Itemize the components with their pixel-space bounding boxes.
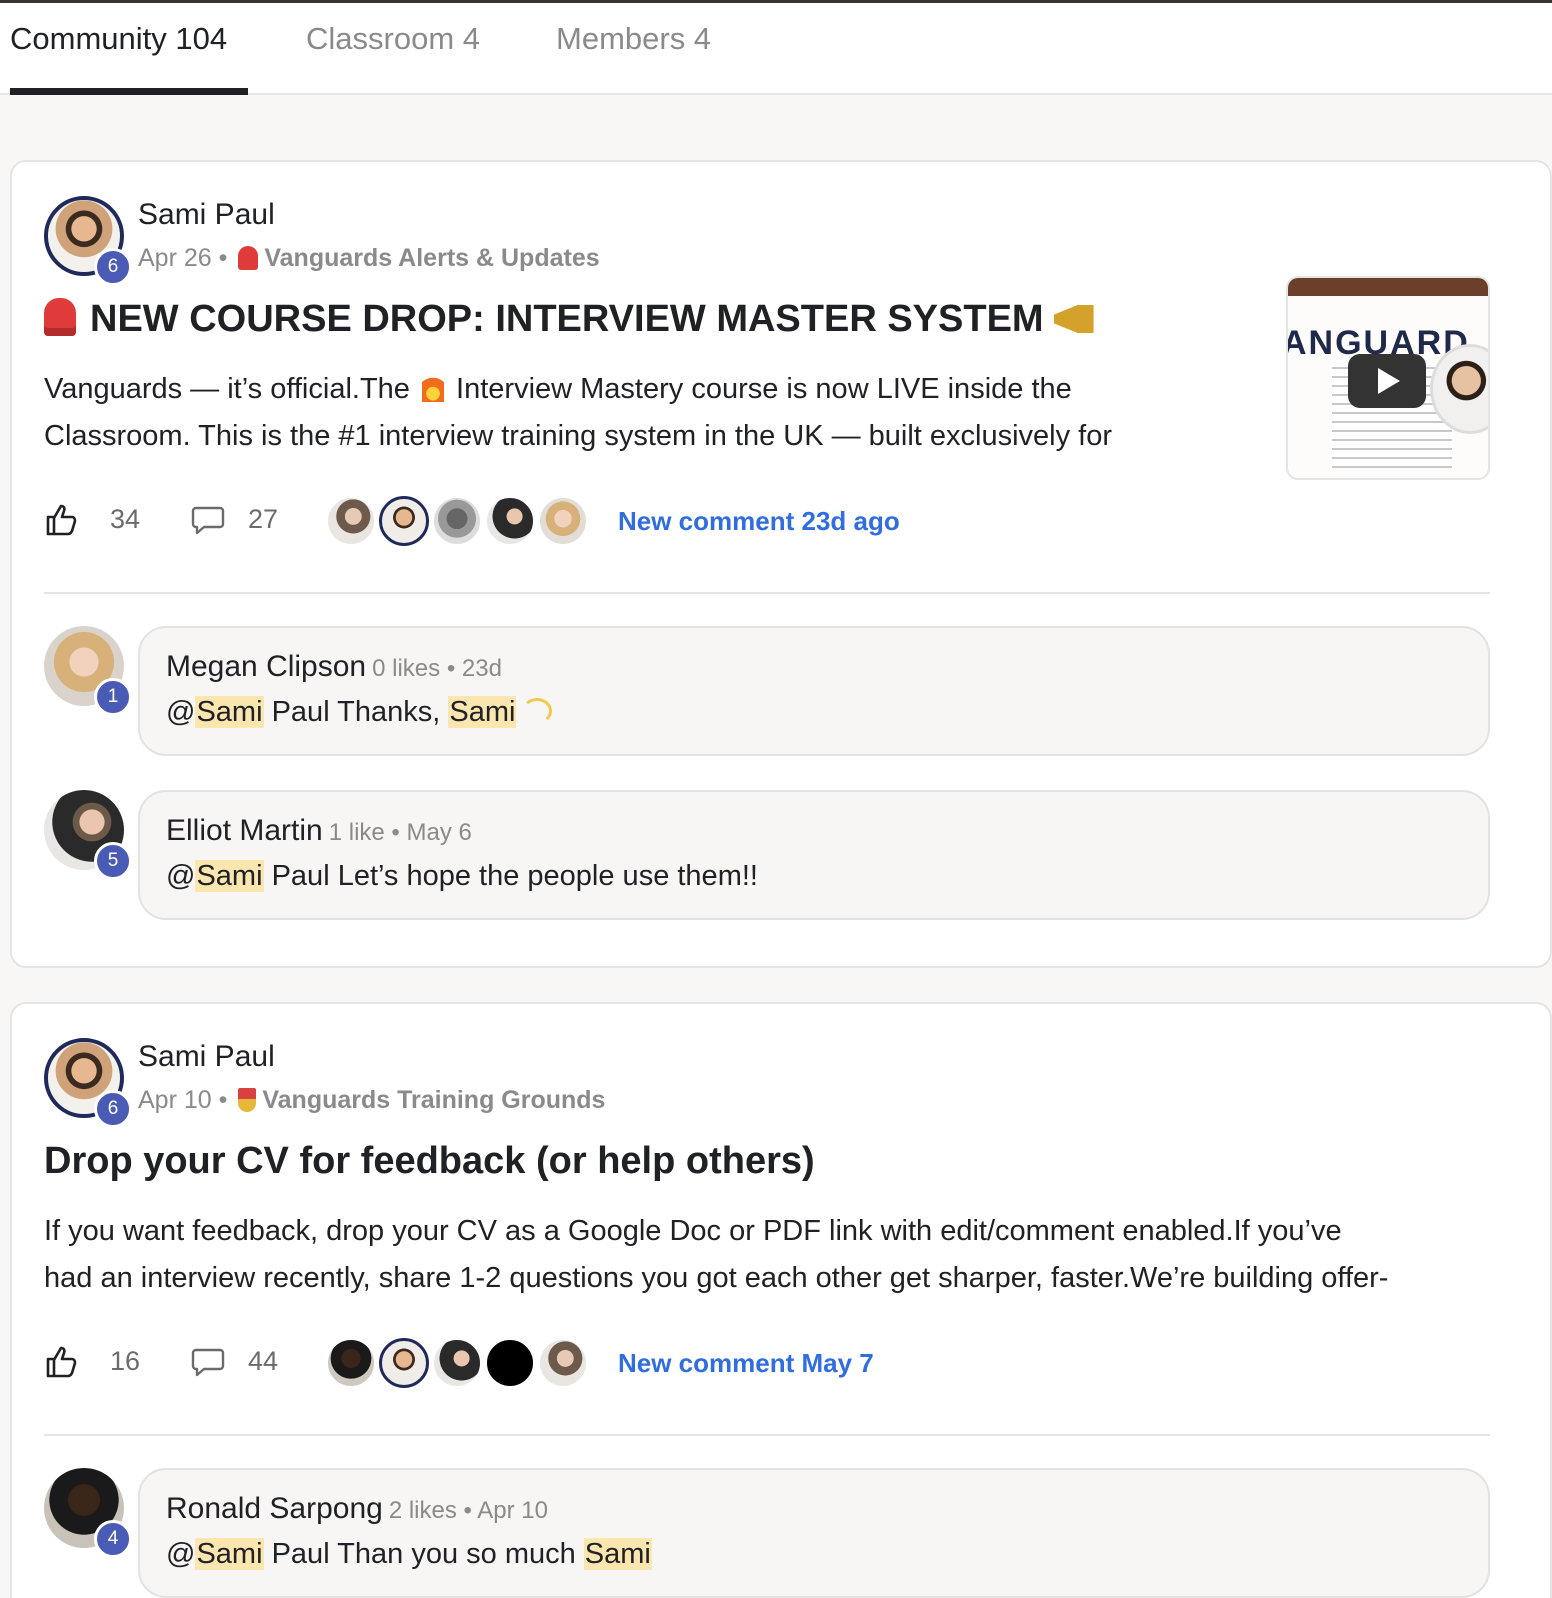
post-meta: Apr 10 • Vanguards Training Grounds xyxy=(138,1086,605,1115)
post-date[interactable]: Apr 10 xyxy=(138,1086,212,1114)
mention-highlight: Sami xyxy=(583,1538,652,1570)
tab-community[interactable]: Community 104 xyxy=(10,21,227,57)
comment-icon[interactable] xyxy=(190,502,226,538)
meta-separator: • xyxy=(218,244,228,272)
mention-highlight[interactable]: Sami xyxy=(195,1538,264,1570)
post-category[interactable]: Vanguards Training Grounds xyxy=(262,1086,605,1114)
alarm-light-icon xyxy=(44,298,76,336)
alarm-light-icon xyxy=(238,246,259,270)
video-thumbnail[interactable]: ANGUARD xyxy=(1286,276,1490,480)
comment-text: @Sami Paul Than you so much Sami xyxy=(166,1538,652,1571)
mention-highlight[interactable]: Sami xyxy=(195,696,264,728)
commenter-avatar[interactable] xyxy=(432,1338,482,1388)
avatar[interactable]: 6 xyxy=(44,1038,132,1128)
commenter-avatar[interactable] xyxy=(432,496,482,546)
commenter-avatar[interactable] xyxy=(326,496,376,546)
level-badge: 5 xyxy=(94,842,132,880)
comment-count: 27 xyxy=(248,504,279,534)
commenter-avatar[interactable] xyxy=(538,496,588,546)
comment-meta: 2 likes • Apr 10 xyxy=(388,1497,548,1524)
comment-meta: 0 likes • 23d xyxy=(372,655,502,682)
new-comment-link[interactable]: New comment May 7 xyxy=(618,1348,874,1379)
comment-text-part: Paul Let’s hope the people use them!! xyxy=(263,860,758,892)
medal-icon xyxy=(238,1088,257,1112)
avatar[interactable]: 4 xyxy=(44,1468,132,1558)
post-author[interactable]: Sami Paul xyxy=(138,198,275,232)
like-count: 16 xyxy=(110,1346,141,1376)
mention-highlight: Sami xyxy=(448,696,517,728)
mention-highlight[interactable]: Sami xyxy=(195,860,264,892)
fire-icon xyxy=(421,374,444,402)
post-body[interactable]: Vanguards — it’s official.The Interview … xyxy=(44,366,1244,460)
tab-bar: Community 104 Classroom 4 Members 4 xyxy=(0,3,1552,95)
comment-text-part: Paul Thanks, xyxy=(263,696,449,728)
new-comment-link[interactable]: New comment 23d ago xyxy=(618,506,900,537)
level-badge: 1 xyxy=(94,678,132,716)
post-body-line: Classroom. This is the #1 interview trai… xyxy=(44,420,1113,452)
post-card[interactable]: 6 Sami Paul Apr 26 • Vanguards Alerts & … xyxy=(10,160,1552,968)
comment-header: Elliot Martin 1 like • May 6 xyxy=(166,814,472,848)
commenter-avatar[interactable] xyxy=(485,496,535,546)
post-body-text: Vanguards — it’s official.The xyxy=(44,373,410,405)
post-body-line: Vanguards — it’s official.The Interview … xyxy=(44,366,1244,413)
level-badge: 4 xyxy=(94,1520,132,1558)
post-author[interactable]: Sami Paul xyxy=(138,1040,275,1074)
commenter-avatar[interactable] xyxy=(485,1338,535,1388)
commenter-avatar[interactable] xyxy=(326,1338,376,1388)
commenter-avatar[interactable] xyxy=(379,496,429,546)
post-card[interactable]: 6 Sami Paul Apr 10 • Vanguards Training … xyxy=(10,1002,1552,1598)
megaphone-icon xyxy=(1053,305,1094,333)
mention-prefix: @ xyxy=(166,860,196,892)
avatar[interactable]: 1 xyxy=(44,626,132,716)
post-title[interactable]: NEW COURSE DROP: INTERVIEW MASTER SYSTEM xyxy=(44,298,1094,341)
comment-bubble[interactable]: Megan Clipson 0 likes • 23d @Sami Paul Th… xyxy=(138,626,1490,756)
comment-text-part: Paul Than you so much xyxy=(263,1538,584,1570)
like-icon[interactable] xyxy=(44,502,80,538)
tab-members[interactable]: Members 4 xyxy=(556,21,711,57)
post-body-text: Interview Mastery course is now LIVE ins… xyxy=(456,373,1072,405)
mention-prefix: @ xyxy=(166,696,196,728)
divider xyxy=(44,1434,1490,1436)
post-title-text: NEW COURSE DROP: INTERVIEW MASTER SYSTEM xyxy=(90,298,1044,340)
avatar[interactable]: 5 xyxy=(44,790,132,880)
comment-bubble[interactable]: Ronald Sarpong 2 likes • Apr 10 @Sami Pau… xyxy=(138,1468,1490,1598)
avatar[interactable]: 6 xyxy=(44,196,132,286)
dizzy-icon xyxy=(522,698,553,724)
comment-text: @Sami Paul Thanks, Sami xyxy=(166,696,553,729)
play-button-icon[interactable] xyxy=(1348,354,1426,408)
comment-bubble[interactable]: Elliot Martin 1 like • May 6 @Sami Paul L… xyxy=(138,790,1490,920)
post-category[interactable]: Vanguards Alerts & Updates xyxy=(264,244,599,272)
like-icon[interactable] xyxy=(44,1344,80,1380)
level-badge: 6 xyxy=(94,248,132,286)
like-count: 34 xyxy=(110,504,141,534)
comment-author[interactable]: Elliot Martin xyxy=(166,814,323,847)
post-body-line: If you want feedback, drop your CV as a … xyxy=(44,1215,1342,1247)
comment-author[interactable]: Megan Clipson xyxy=(166,650,366,683)
post-date[interactable]: Apr 26 xyxy=(138,244,212,272)
comment-icon[interactable] xyxy=(190,1344,226,1380)
comment-author[interactable]: Ronald Sarpong xyxy=(166,1492,383,1525)
comment-meta: 1 like • May 6 xyxy=(328,819,472,846)
active-tab-indicator xyxy=(10,88,248,95)
post-title[interactable]: Drop your CV for feedback (or help other… xyxy=(44,1140,815,1183)
post-meta: Apr 26 • Vanguards Alerts & Updates xyxy=(138,244,600,273)
thumbnail-header xyxy=(1288,278,1488,296)
tab-classroom[interactable]: Classroom 4 xyxy=(306,21,480,57)
post-body[interactable]: If you want feedback, drop your CV as a … xyxy=(44,1208,1524,1302)
mention-prefix: @ xyxy=(166,1538,196,1570)
meta-separator: • xyxy=(218,1086,228,1114)
level-badge: 6 xyxy=(94,1090,132,1128)
comment-text: @Sami Paul Let’s hope the people use the… xyxy=(166,860,758,893)
comment-header: Megan Clipson 0 likes • 23d xyxy=(166,650,502,684)
post-body-line: had an interview recently, share 1-2 que… xyxy=(44,1262,1389,1294)
comment-count: 44 xyxy=(248,1346,279,1376)
commenter-avatar[interactable] xyxy=(379,1338,429,1388)
comment-header: Ronald Sarpong 2 likes • Apr 10 xyxy=(166,1492,548,1526)
divider xyxy=(44,592,1490,594)
commenter-avatar[interactable] xyxy=(538,1338,588,1388)
